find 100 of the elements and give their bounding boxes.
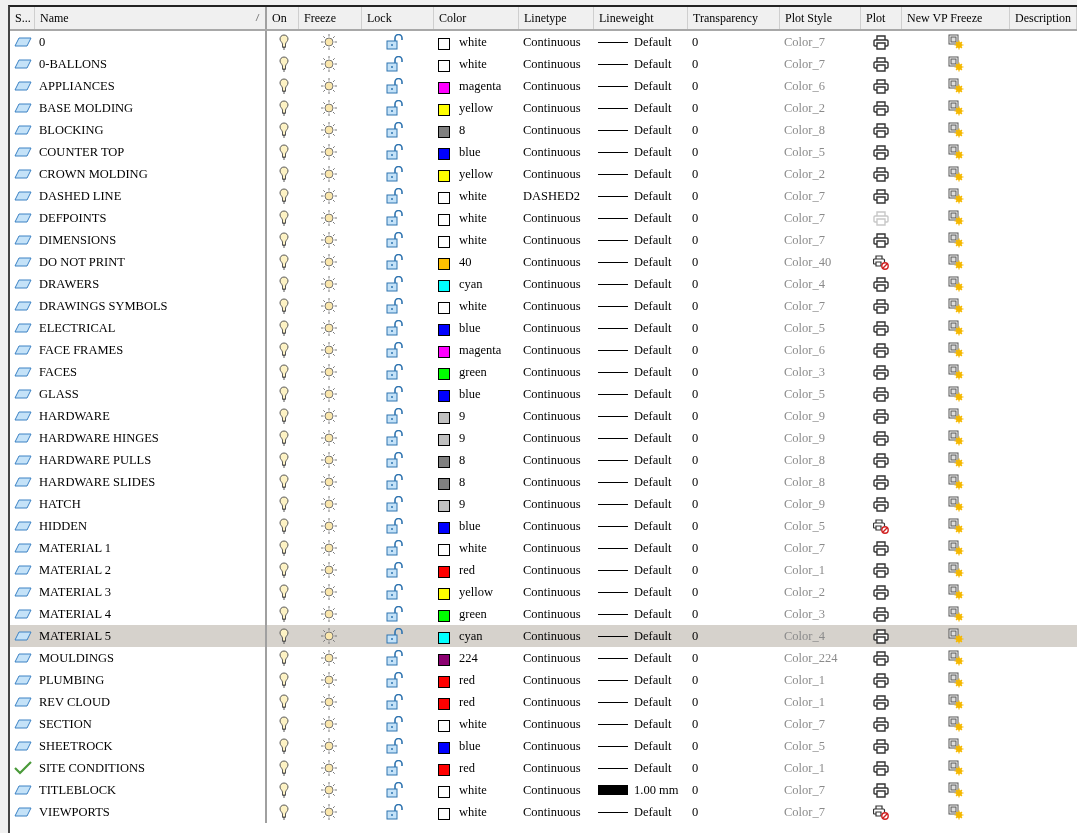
color-swatch[interactable] — [438, 499, 450, 512]
color-swatch[interactable] — [438, 169, 450, 182]
viewport-sun-icon[interactable] — [948, 584, 964, 600]
lightbulb-icon[interactable] — [279, 144, 289, 160]
printer-icon[interactable] — [873, 232, 889, 248]
color-swatch[interactable] — [438, 521, 450, 534]
unlocked-padlock-icon[interactable] — [386, 496, 404, 512]
unlocked-padlock-icon[interactable] — [386, 298, 404, 314]
lightbulb-icon[interactable] — [279, 386, 289, 402]
lightbulb-icon[interactable] — [279, 804, 289, 820]
unlocked-padlock-icon[interactable] — [386, 122, 404, 138]
unlocked-padlock-icon[interactable] — [386, 738, 404, 754]
printer-icon[interactable] — [873, 584, 889, 600]
viewport-sun-icon[interactable] — [948, 188, 964, 204]
lightbulb-icon[interactable] — [279, 540, 289, 556]
lightbulb-icon[interactable] — [279, 452, 289, 468]
unlocked-padlock-icon[interactable] — [386, 760, 404, 776]
unlocked-padlock-icon[interactable] — [386, 34, 404, 50]
unlocked-padlock-icon[interactable] — [386, 650, 404, 666]
sun-icon[interactable] — [321, 166, 337, 182]
printer-icon[interactable] — [873, 78, 889, 94]
lightbulb-icon[interactable] — [279, 254, 289, 270]
sun-icon[interactable] — [321, 254, 337, 270]
viewport-sun-icon[interactable] — [948, 320, 964, 336]
column-header[interactable]: S... — [10, 7, 35, 29]
printer-icon[interactable] — [873, 342, 889, 358]
lightbulb-icon[interactable] — [279, 782, 289, 798]
lightbulb-icon[interactable] — [279, 408, 289, 424]
lightbulb-icon[interactable] — [279, 628, 289, 644]
lightbulb-icon[interactable] — [279, 496, 289, 512]
sun-icon[interactable] — [321, 430, 337, 446]
column-header[interactable]: On — [267, 7, 299, 29]
sun-icon[interactable] — [321, 540, 337, 556]
color-swatch[interactable] — [438, 301, 450, 314]
printer-icon[interactable] — [873, 276, 889, 292]
unlocked-padlock-icon[interactable] — [386, 254, 404, 270]
sun-icon[interactable] — [321, 474, 337, 490]
sun-icon[interactable] — [321, 650, 337, 666]
printer-icon[interactable] — [873, 650, 889, 666]
color-swatch[interactable] — [438, 675, 450, 688]
sun-icon[interactable] — [321, 386, 337, 402]
sun-icon[interactable] — [321, 562, 337, 578]
unlocked-padlock-icon[interactable] — [386, 320, 404, 336]
color-swatch[interactable] — [438, 719, 450, 732]
printer-blocked-icon[interactable] — [873, 254, 889, 270]
lightbulb-icon[interactable] — [279, 760, 289, 776]
column-header[interactable]: Color — [434, 7, 519, 29]
color-swatch[interactable] — [438, 213, 450, 226]
unlocked-padlock-icon[interactable] — [386, 474, 404, 490]
lightbulb-icon[interactable] — [279, 188, 289, 204]
viewport-sun-icon[interactable] — [948, 100, 964, 116]
viewport-sun-icon[interactable] — [948, 474, 964, 490]
viewport-sun-icon[interactable] — [948, 760, 964, 776]
unlocked-padlock-icon[interactable] — [386, 540, 404, 556]
lightbulb-icon[interactable] — [279, 276, 289, 292]
layer-row[interactable]: MATERIAL 5 cyan Continuous Default 0 Color_4 — [10, 625, 1077, 647]
printer-icon[interactable] — [873, 540, 889, 556]
color-swatch[interactable] — [438, 565, 450, 578]
unlocked-padlock-icon[interactable] — [386, 166, 404, 182]
printer-icon[interactable] — [873, 122, 889, 138]
viewport-sun-icon[interactable] — [948, 540, 964, 556]
printer-icon[interactable] — [873, 782, 889, 798]
unlocked-padlock-icon[interactable] — [386, 144, 404, 160]
color-swatch[interactable] — [438, 367, 450, 380]
lightbulb-icon[interactable] — [279, 716, 289, 732]
printer-icon[interactable] — [873, 496, 889, 512]
sun-icon[interactable] — [321, 210, 337, 226]
printer-icon[interactable] — [873, 56, 889, 72]
color-swatch[interactable] — [438, 411, 450, 424]
printer-icon[interactable] — [873, 364, 889, 380]
viewport-sun-icon[interactable] — [948, 606, 964, 622]
sun-icon[interactable] — [321, 518, 337, 534]
lightbulb-icon[interactable] — [279, 34, 289, 50]
printer-icon[interactable] — [873, 452, 889, 468]
color-swatch[interactable] — [438, 37, 450, 50]
unlocked-padlock-icon[interactable] — [386, 716, 404, 732]
viewport-sun-icon[interactable] — [948, 210, 964, 226]
viewport-sun-icon[interactable] — [948, 408, 964, 424]
color-swatch[interactable] — [438, 741, 450, 754]
viewport-sun-icon[interactable] — [948, 144, 964, 160]
column-header[interactable]: Freeze — [299, 7, 362, 29]
sun-icon[interactable] — [321, 584, 337, 600]
sun-icon[interactable] — [321, 716, 337, 732]
sun-icon[interactable] — [321, 364, 337, 380]
viewport-sun-icon[interactable] — [948, 672, 964, 688]
lightbulb-icon[interactable] — [279, 562, 289, 578]
column-header[interactable]: Transparency — [688, 7, 780, 29]
viewport-sun-icon[interactable] — [948, 496, 964, 512]
viewport-sun-icon[interactable] — [948, 364, 964, 380]
lightbulb-icon[interactable] — [279, 210, 289, 226]
color-swatch[interactable] — [438, 785, 450, 798]
column-header[interactable]: Lineweight — [594, 7, 688, 29]
viewport-sun-icon[interactable] — [948, 232, 964, 248]
column-header[interactable]: Lock — [362, 7, 434, 29]
color-swatch[interactable] — [438, 81, 450, 94]
color-swatch[interactable] — [438, 631, 450, 644]
printer-icon[interactable] — [873, 628, 889, 644]
unlocked-padlock-icon[interactable] — [386, 584, 404, 600]
printer-icon[interactable] — [873, 34, 889, 50]
lightbulb-icon[interactable] — [279, 672, 289, 688]
